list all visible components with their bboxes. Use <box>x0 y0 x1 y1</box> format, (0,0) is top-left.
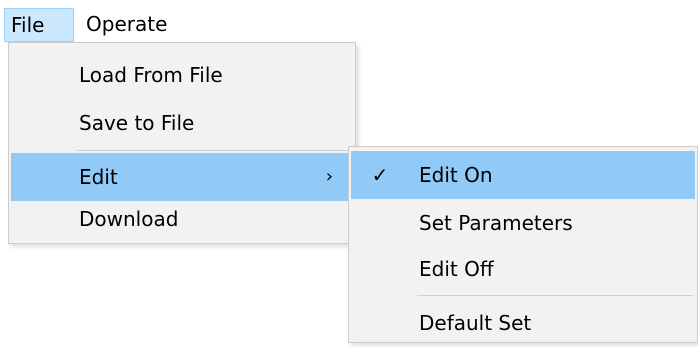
submenu-item-set-parameters[interactable]: Set Parameters <box>351 199 695 247</box>
menu-item-label: Edit <box>79 165 118 189</box>
menu-item-label: Load From File <box>79 63 223 87</box>
checkmark-icon: ✓ <box>371 163 389 187</box>
menu-item-download[interactable]: Download <box>11 195 353 243</box>
menu-item-label: Download <box>79 207 179 231</box>
menu-bar: File Operate <box>0 0 698 44</box>
menu-separator <box>77 150 351 151</box>
submenu-item-default-set[interactable]: Default Set <box>351 299 695 347</box>
submenu-item-edit-off[interactable]: Edit Off <box>351 245 695 293</box>
menu-item-load-from-file[interactable]: Load From File <box>11 51 353 99</box>
menu-separator <box>417 295 693 296</box>
submenu-item-edit-on[interactable]: ✓ Edit On <box>351 151 695 199</box>
chevron-right-icon: › <box>325 166 333 187</box>
menu-item-edit[interactable]: Edit › <box>11 153 353 201</box>
submenu-item-label: Default Set <box>419 311 532 335</box>
submenu-item-label: Edit Off <box>419 257 494 281</box>
submenu-item-label: Set Parameters <box>419 211 573 235</box>
submenu-item-label: Edit On <box>419 163 493 187</box>
menu-item-save-to-file[interactable]: Save to File <box>11 99 353 147</box>
menubar-file[interactable]: File <box>4 8 74 42</box>
file-menu: Load From File Save to File Edit › Downl… <box>8 42 356 244</box>
menubar-operate[interactable]: Operate <box>80 8 173 42</box>
edit-submenu: ✓ Edit On Set Parameters Edit Off Defaul… <box>348 146 698 343</box>
menu-item-label: Save to File <box>79 111 195 135</box>
